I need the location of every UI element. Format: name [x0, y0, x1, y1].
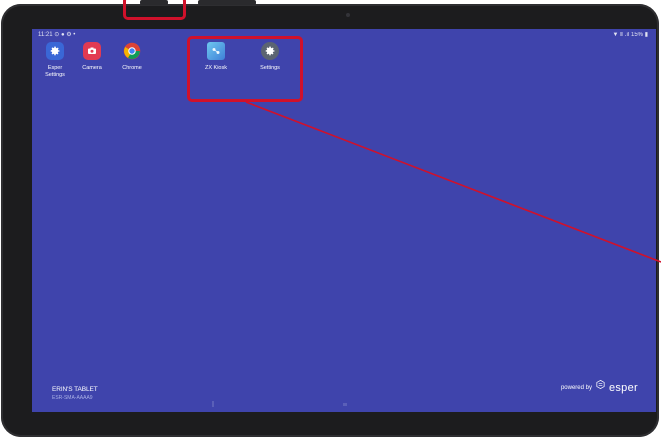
- device-name: ERIN'S TABLET: [52, 386, 98, 393]
- status-bar: 11:21 ⊙ ● ⚙ • ▼ Ⅱ .ıl 15% ▮: [32, 29, 656, 41]
- app-camera[interactable]: Camera: [73, 42, 111, 72]
- powered-by-text: powered by: [560, 384, 592, 391]
- power-button-highlight: [123, 0, 186, 20]
- nav-recents-hint: [212, 401, 214, 407]
- status-left: 11:21 ⊙ ● ⚙ •: [38, 29, 75, 41]
- app-label: Esper Settings: [45, 65, 65, 78]
- esper-brand: esper: [608, 381, 638, 394]
- powered-by-esper: powered by esper: [561, 379, 638, 396]
- chrome-icon: [123, 42, 141, 60]
- front-camera: [346, 13, 350, 17]
- apps-highlight-box: [187, 36, 303, 102]
- esper-logo-icon: [595, 379, 606, 396]
- device-serial: ESR-SMA-AAAA9: [52, 395, 93, 401]
- status-time: 11:21: [38, 32, 53, 38]
- volume-button[interactable]: [198, 0, 256, 5]
- camera-icon: [83, 42, 101, 60]
- status-notification-icons: ⊙ ● ⚙ •: [54, 32, 76, 38]
- app-chrome[interactable]: Chrome: [113, 42, 151, 72]
- tablet-screen: 11:21 ⊙ ● ⚙ • ▼ Ⅱ .ıl 15% ▮ Esper Settin…: [32, 29, 656, 412]
- gear-icon: [46, 42, 64, 60]
- app-label: Camera: [82, 65, 102, 71]
- nav-home-hint: [343, 403, 347, 406]
- app-esper-settings[interactable]: Esper Settings: [36, 42, 74, 79]
- app-label: Chrome: [122, 65, 142, 71]
- status-right: ▼ Ⅱ .ıl 15% ▮: [612, 32, 648, 38]
